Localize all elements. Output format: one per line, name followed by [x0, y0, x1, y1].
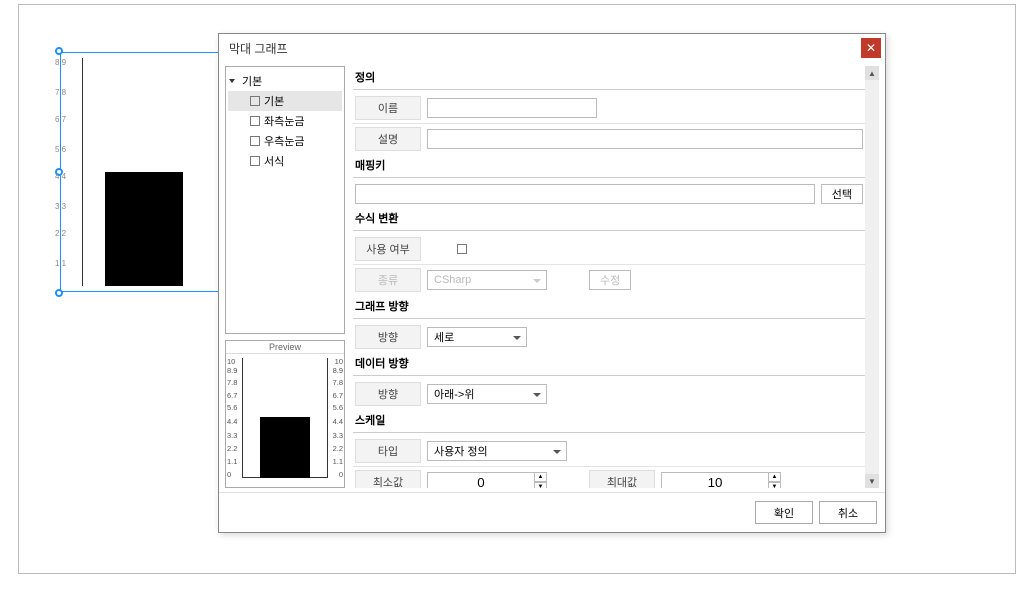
checkbox-icon[interactable] — [250, 156, 260, 166]
tree-item-format[interactable]: 서식 — [228, 151, 342, 171]
spinner-up-icon[interactable]: ▲ — [769, 472, 781, 482]
bg-tick: 6.7 — [55, 115, 66, 124]
dialog-close-button[interactable]: ✕ — [861, 38, 881, 58]
bg-tick: 5.6 — [55, 145, 66, 154]
section-scale-title: 스케일 — [353, 409, 865, 431]
cancel-button[interactable]: 취소 — [819, 501, 877, 524]
row-data-dir: 방향 아래->위 — [353, 379, 865, 409]
scale-type-label: 타입 — [355, 439, 421, 463]
scale-max-spinner[interactable]: ▲▼ — [661, 472, 781, 488]
scroll-up-icon[interactable]: ▲ — [865, 66, 879, 80]
row-name: 이름 — [353, 93, 865, 123]
scale-type-dropdown[interactable]: 사용자 정의 — [427, 441, 567, 461]
preview-panel: Preview 0 1.1 2.2 3.3 4.4 5.6 6.7 7.8 8.… — [225, 340, 345, 488]
section-mapping-title: 매핑키 — [353, 154, 865, 176]
section-definition-title: 정의 — [353, 66, 865, 88]
dialog-body: 기본 기본 좌측눈금 우측눈금 — [219, 62, 885, 492]
vertical-scrollbar[interactable]: ▲ ▼ — [865, 66, 879, 488]
spinner-down-icon[interactable]: ▼ — [769, 482, 781, 488]
preview-axis-left: 0 1.1 2.2 3.3 4.4 5.6 6.7 7.8 8.9 10 — [227, 358, 243, 478]
main-panel: 정의 이름 설명 매핑키 선택 수식 변 — [353, 66, 879, 488]
sidebar: 기본 기본 좌측눈금 우측눈금 — [225, 66, 345, 488]
bg-chart-axis: 8.9 7.8 6.7 5.6 4.4 3.3 2.2 1.1 — [82, 58, 218, 286]
ok-button[interactable]: 확인 — [755, 501, 813, 524]
dialog-title-text: 막대 그래프 — [229, 40, 288, 57]
scroll-down-icon[interactable]: ▼ — [865, 474, 879, 488]
tree-root-item[interactable]: 기본 — [228, 71, 342, 91]
graph-dir-dropdown[interactable]: 세로 — [427, 327, 527, 347]
bar-graph-dialog: 막대 그래프 ✕ 기본 기본 좌측눈금 — [218, 33, 886, 533]
chevron-down-icon — [229, 79, 235, 83]
formula-edit-button[interactable]: 수정 — [589, 270, 631, 290]
preview-title: Preview — [226, 341, 344, 354]
spinner-up-icon[interactable]: ▲ — [535, 472, 547, 482]
checkbox-icon[interactable] — [250, 96, 260, 106]
formula-type-dropdown[interactable]: CSharp — [427, 270, 547, 290]
mapping-key-input[interactable] — [355, 184, 815, 204]
tree-item-label: 기본 — [264, 93, 284, 109]
scale-min-spinner[interactable]: ▲▼ — [427, 472, 547, 488]
section-formula-title: 수식 변환 — [353, 207, 865, 229]
main-scroll-area: 정의 이름 설명 매핑키 선택 수식 변 — [353, 66, 865, 488]
bg-tick: 4.4 — [55, 172, 66, 181]
preview-chart: 0 1.1 2.2 3.3 4.4 5.6 6.7 7.8 8.9 10 0 1… — [226, 354, 344, 482]
checkbox-icon[interactable] — [250, 136, 260, 146]
row-scale-type: 타입 사용자 정의 — [353, 436, 865, 466]
tree-item-right-scale[interactable]: 우측눈금 — [228, 131, 342, 151]
bg-tick: 3.3 — [55, 202, 66, 211]
bg-tick: 2.2 — [55, 229, 66, 238]
tree-item-label: 서식 — [264, 153, 284, 169]
preview-bar — [260, 417, 310, 478]
bg-tick: 7.8 — [55, 88, 66, 97]
scale-min-label: 최소값 — [355, 470, 421, 488]
tree-item-label: 우측눈금 — [264, 133, 304, 149]
bg-tick: 1.1 — [55, 259, 66, 268]
mapping-select-button[interactable]: 선택 — [821, 184, 863, 204]
spinner-down-icon[interactable]: ▼ — [535, 482, 547, 488]
scale-max-label: 최대값 — [589, 470, 655, 488]
bg-bar — [105, 172, 183, 286]
preview-axis-right: 0 1.1 2.2 3.3 4.4 5.6 6.7 7.8 8.9 10 — [327, 358, 343, 478]
selection-handle-bl[interactable] — [55, 289, 63, 297]
background-chart-selection[interactable]: 8.9 7.8 6.7 5.6 4.4 3.3 2.2 1.1 — [60, 52, 224, 292]
tree-root-label: 기본 — [242, 73, 262, 89]
bg-tick: 8.9 — [55, 58, 66, 67]
scale-min-input[interactable] — [427, 472, 535, 488]
desc-label: 설명 — [355, 127, 421, 151]
graph-dir-label: 방향 — [355, 325, 421, 349]
formula-use-checkbox[interactable] — [457, 244, 467, 254]
data-dir-label: 방향 — [355, 382, 421, 406]
row-formula-type: 종류 CSharp 수정 — [353, 265, 865, 295]
formula-type-label: 종류 — [355, 268, 421, 292]
tree-panel: 기본 기본 좌측눈금 우측눈금 — [225, 66, 345, 334]
dialog-footer: 확인 취소 — [219, 492, 885, 532]
row-graph-dir: 방향 세로 — [353, 322, 865, 352]
scale-max-input[interactable] — [661, 472, 769, 488]
name-label: 이름 — [355, 96, 421, 120]
row-formula-use: 사용 여부 — [353, 234, 865, 264]
close-icon: ✕ — [866, 41, 876, 55]
data-dir-dropdown[interactable]: 아래->위 — [427, 384, 547, 404]
desc-input[interactable] — [427, 129, 863, 149]
row-scale-minmax: 최소값 ▲▼ 최대값 ▲▼ — [353, 467, 865, 488]
formula-use-label: 사용 여부 — [355, 237, 421, 261]
section-graph-dir-title: 그래프 방향 — [353, 295, 865, 317]
section-data-dir-title: 데이터 방향 — [353, 352, 865, 374]
tree-item-left-scale[interactable]: 좌측눈금 — [228, 111, 342, 131]
tree-item-basic[interactable]: 기본 — [228, 91, 342, 111]
checkbox-icon[interactable] — [250, 116, 260, 126]
row-mapping: 선택 — [353, 181, 865, 207]
selection-handle-tl[interactable] — [55, 47, 63, 55]
dialog-titlebar: 막대 그래프 ✕ — [219, 34, 885, 62]
name-input[interactable] — [427, 98, 597, 118]
row-desc: 설명 — [353, 124, 865, 154]
tree-item-label: 좌측눈금 — [264, 113, 304, 129]
